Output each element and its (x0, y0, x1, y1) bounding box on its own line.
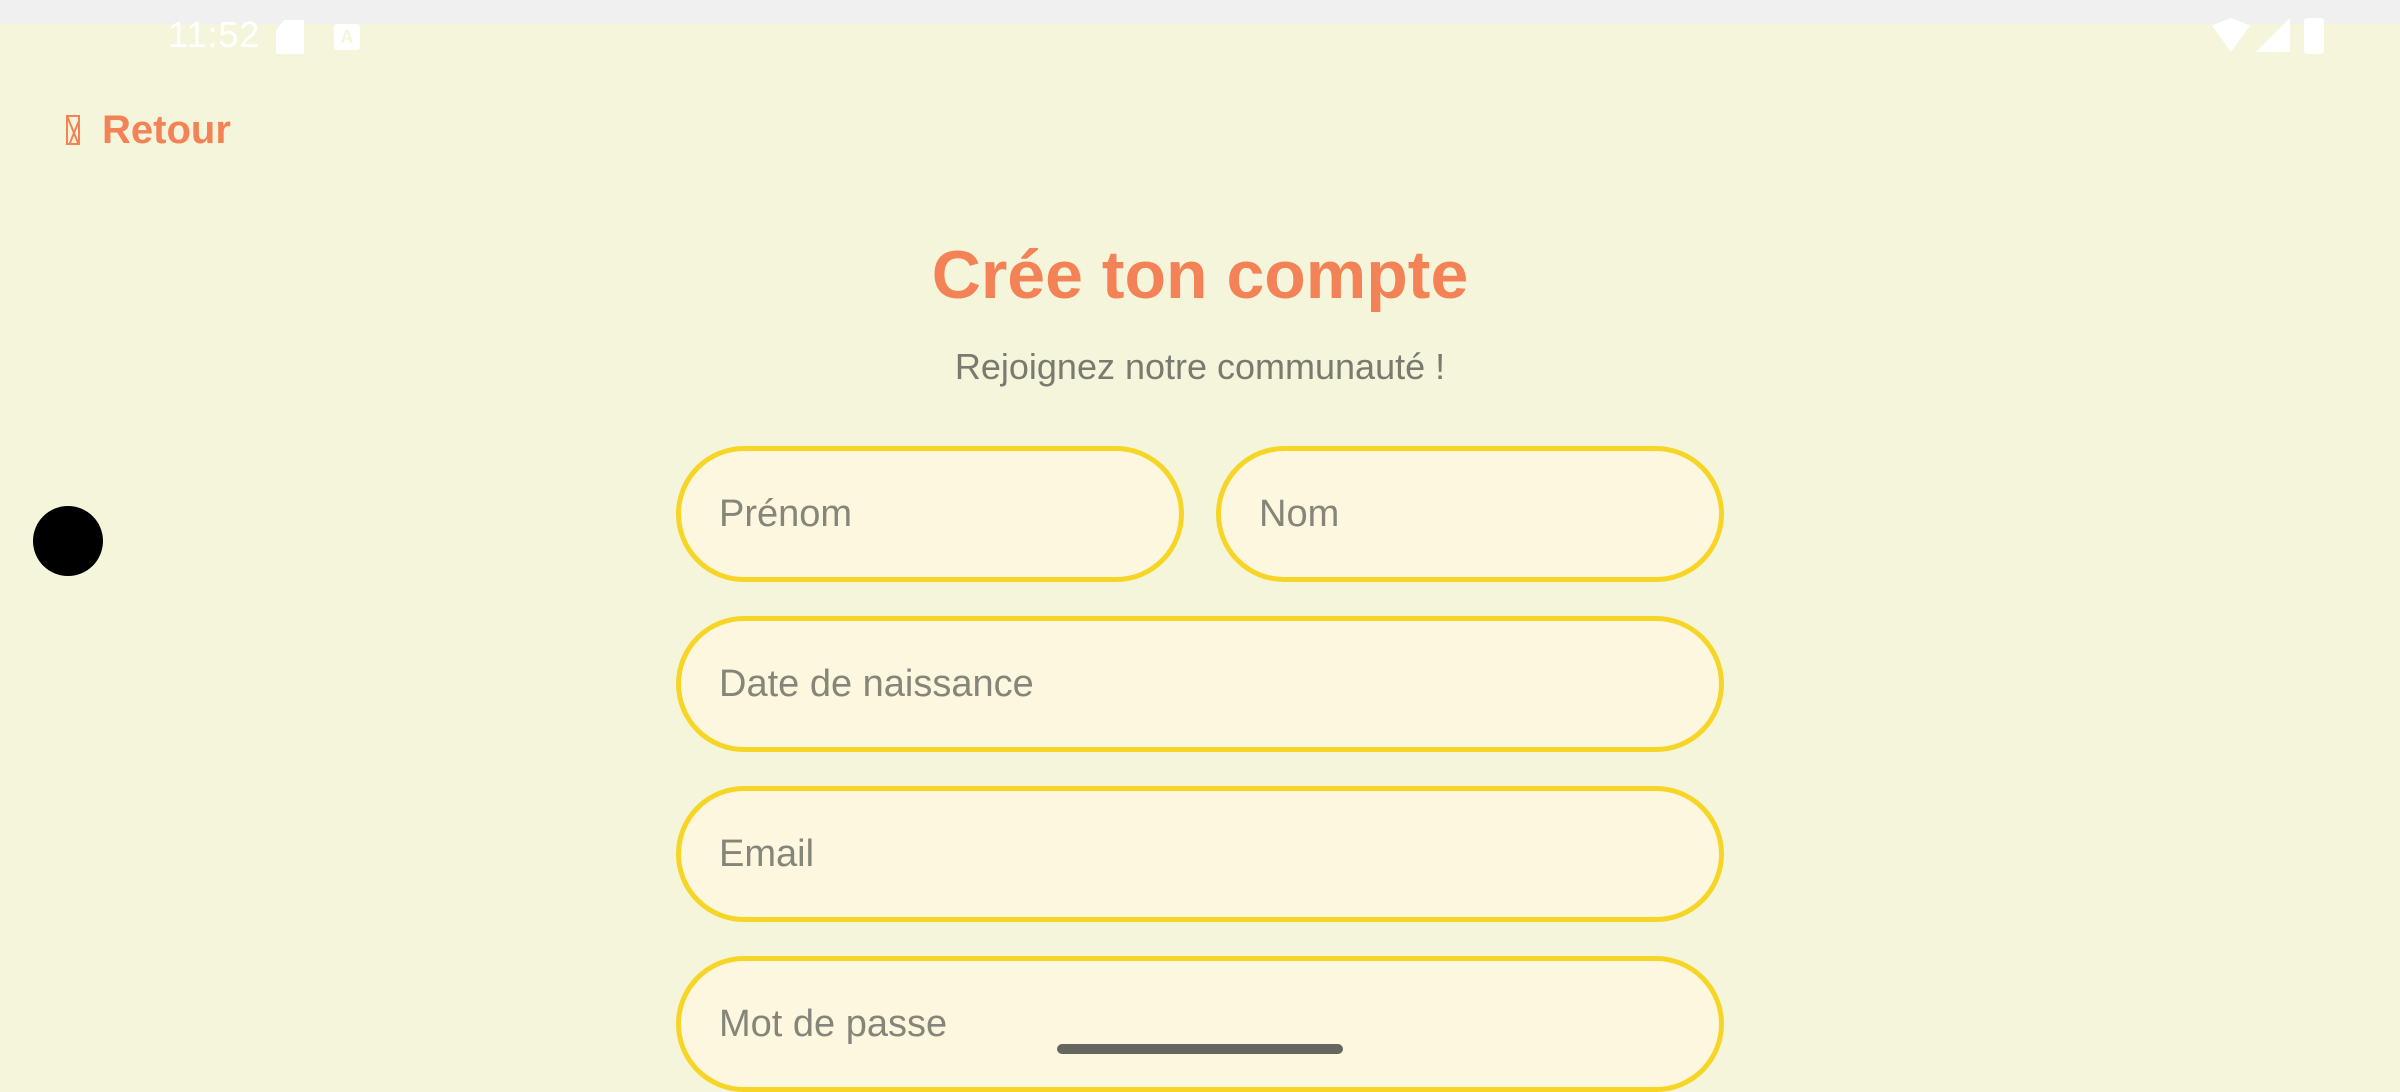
back-arrow-icon (66, 115, 80, 145)
touch-indicator (33, 506, 103, 576)
back-label: Retour (102, 107, 231, 152)
page-subtitle: Rejoignez notre communauté ! (954, 346, 1446, 387)
password-input[interactable] (676, 956, 1724, 1092)
last-name-input[interactable] (1216, 446, 1724, 582)
page-title: Crée ton compte (931, 237, 1469, 313)
email-input[interactable] (676, 786, 1724, 922)
signal-icon (2256, 18, 2290, 52)
battery-icon (2304, 18, 2324, 54)
back-button[interactable]: Retour (66, 100, 231, 160)
birth-date-input[interactable] (676, 616, 1724, 752)
home-indicator[interactable] (1057, 1044, 1343, 1054)
first-name-input[interactable] (676, 446, 1184, 582)
sd-card-icon (276, 20, 304, 54)
status-time: 11:52 (168, 14, 261, 55)
keyboard-a-icon: A (334, 24, 360, 50)
wifi-icon (2212, 18, 2250, 52)
status-bar: 11:52 A (0, 0, 2400, 72)
